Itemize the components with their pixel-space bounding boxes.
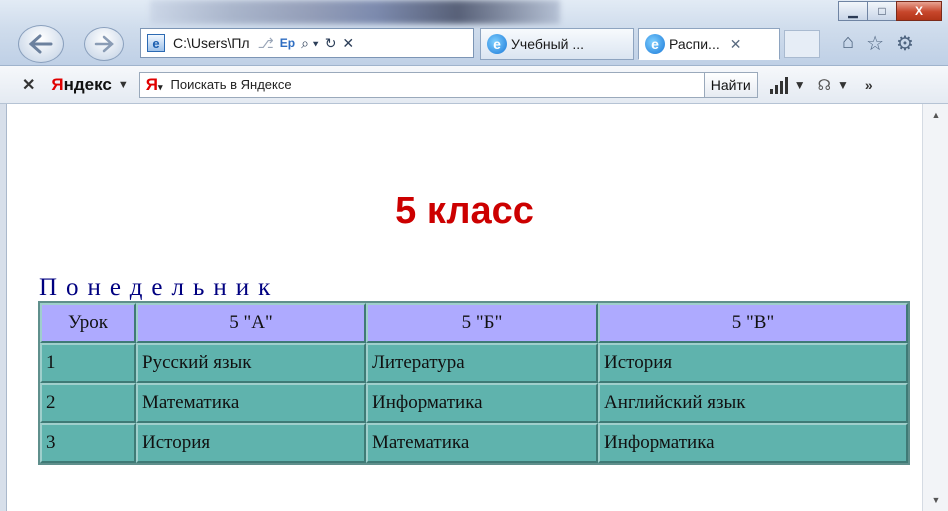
table-cell: 3: [40, 423, 136, 463]
header-cell: Урок: [40, 303, 136, 343]
refresh-icon[interactable]: ↻: [325, 35, 337, 52]
close-window-button[interactable]: X: [896, 1, 942, 21]
tab-uchebny[interactable]: e Учебный ...: [480, 28, 634, 60]
ie-icon: e: [487, 34, 507, 54]
table-cell: История: [598, 343, 908, 383]
table-row: 1 Русский язык Литература История: [40, 343, 908, 383]
search-dropdown-icon[interactable]: ⌕ ▾: [301, 35, 319, 52]
arrow-right-icon: [94, 35, 114, 53]
yandex-search-box: Я▾: [138, 71, 705, 98]
scroll-down-icon[interactable]: ▼: [923, 491, 948, 509]
table-cell: Русский язык: [136, 343, 366, 383]
favorites-star-icon[interactable]: ☆: [866, 31, 884, 56]
yandex-toolbar: ✕ Яндекс ▼ Я▾ Найти ▼ ☊ ▼ »: [0, 66, 948, 104]
table-row: 2 Математика Информатика Английский язык: [40, 383, 908, 423]
table-cell: Информатика: [598, 423, 908, 463]
chevron-down-icon[interactable]: ▼: [837, 78, 849, 92]
find-button[interactable]: Найти: [704, 71, 758, 98]
tab-raspisanie[interactable]: e Распи... ✕: [638, 28, 780, 60]
browser-titlebar: ▁ □ X e C:\Users\Пл ⎇ Ep ⌕ ▾ ↻ ✕ e Учебн…: [0, 0, 948, 66]
table-cell: Английский язык: [598, 383, 908, 423]
home-icon[interactable]: ⌂: [842, 31, 854, 56]
table-cell: 1: [40, 343, 136, 383]
toolbar-close-icon[interactable]: ✕: [22, 75, 35, 95]
yandex-brand-button[interactable]: Яндекс: [51, 75, 111, 95]
stop-icon[interactable]: ✕: [342, 35, 354, 52]
chevron-down-icon[interactable]: ▼: [118, 79, 129, 91]
table-cell: Информатика: [366, 383, 598, 423]
ie-icon: e: [645, 34, 665, 54]
more-tools-icon[interactable]: »: [865, 77, 873, 93]
yandex-search-input[interactable]: [168, 76, 649, 93]
ie-page-icon: e: [147, 34, 165, 52]
yandex-brand-rest: ндекс: [63, 74, 112, 94]
header-cell: 5 "Б": [366, 303, 598, 343]
yandex-logo-icon[interactable]: Я▾: [146, 75, 163, 95]
minimize-button[interactable]: ▁: [838, 1, 868, 21]
forward-button[interactable]: [84, 27, 124, 61]
table-header-row: Урок 5 "А" 5 "Б" 5 "В": [40, 303, 908, 343]
table-cell: Математика: [366, 423, 598, 463]
language-icon[interactable]: Ep: [280, 36, 295, 50]
schedule-table: Урок 5 "А" 5 "Б" 5 "В" 1 Русский язык Ли…: [38, 301, 910, 465]
address-bar[interactable]: e C:\Users\Пл ⎇ Ep ⌕ ▾ ↻ ✕: [140, 28, 474, 58]
scroll-up-icon[interactable]: ▲: [923, 106, 948, 124]
yandex-brand-first: Я: [51, 74, 64, 94]
tab-label: Распи...: [669, 36, 720, 52]
header-cell: 5 "А": [136, 303, 366, 343]
chevron-down-icon[interactable]: ▼: [794, 78, 806, 92]
browser-tools: ⌂ ☆ ⚙: [842, 31, 914, 56]
tab-label: Учебный ...: [511, 36, 585, 52]
address-tools: ⎇ Ep ⌕ ▾ ↻ ✕: [258, 35, 355, 52]
window-controls: ▁ □ X: [838, 1, 942, 21]
table-cell: Математика: [136, 383, 366, 423]
vertical-scrollbar[interactable]: ▲ ▼: [922, 104, 948, 511]
day-heading: Понедельник: [39, 274, 280, 301]
tab-close-icon[interactable]: ✕: [730, 36, 742, 53]
table-row: 3 История Математика Информатика: [40, 423, 908, 463]
page-title: 5 класс: [395, 190, 534, 232]
maximize-button[interactable]: □: [867, 1, 897, 21]
signal-icon[interactable]: [769, 76, 788, 94]
incognito-icon[interactable]: ☊: [818, 76, 831, 94]
table-cell: Литература: [366, 343, 598, 383]
back-button[interactable]: [18, 25, 64, 63]
new-tab-button[interactable]: [784, 30, 820, 58]
gear-icon[interactable]: ⚙: [896, 31, 914, 56]
header-cell: 5 "В": [598, 303, 908, 343]
address-url[interactable]: C:\Users\Пл: [173, 35, 250, 51]
arrow-left-icon: [28, 34, 53, 54]
page-content: 5 класс Понедельник Урок 5 "А" 5 "Б" 5 "…: [7, 104, 922, 511]
blurred-title-area: [150, 0, 560, 24]
compat-view-icon[interactable]: ⎇: [258, 35, 274, 52]
table-cell: История: [136, 423, 366, 463]
table-cell: 2: [40, 383, 136, 423]
window-left-border: [0, 104, 7, 511]
